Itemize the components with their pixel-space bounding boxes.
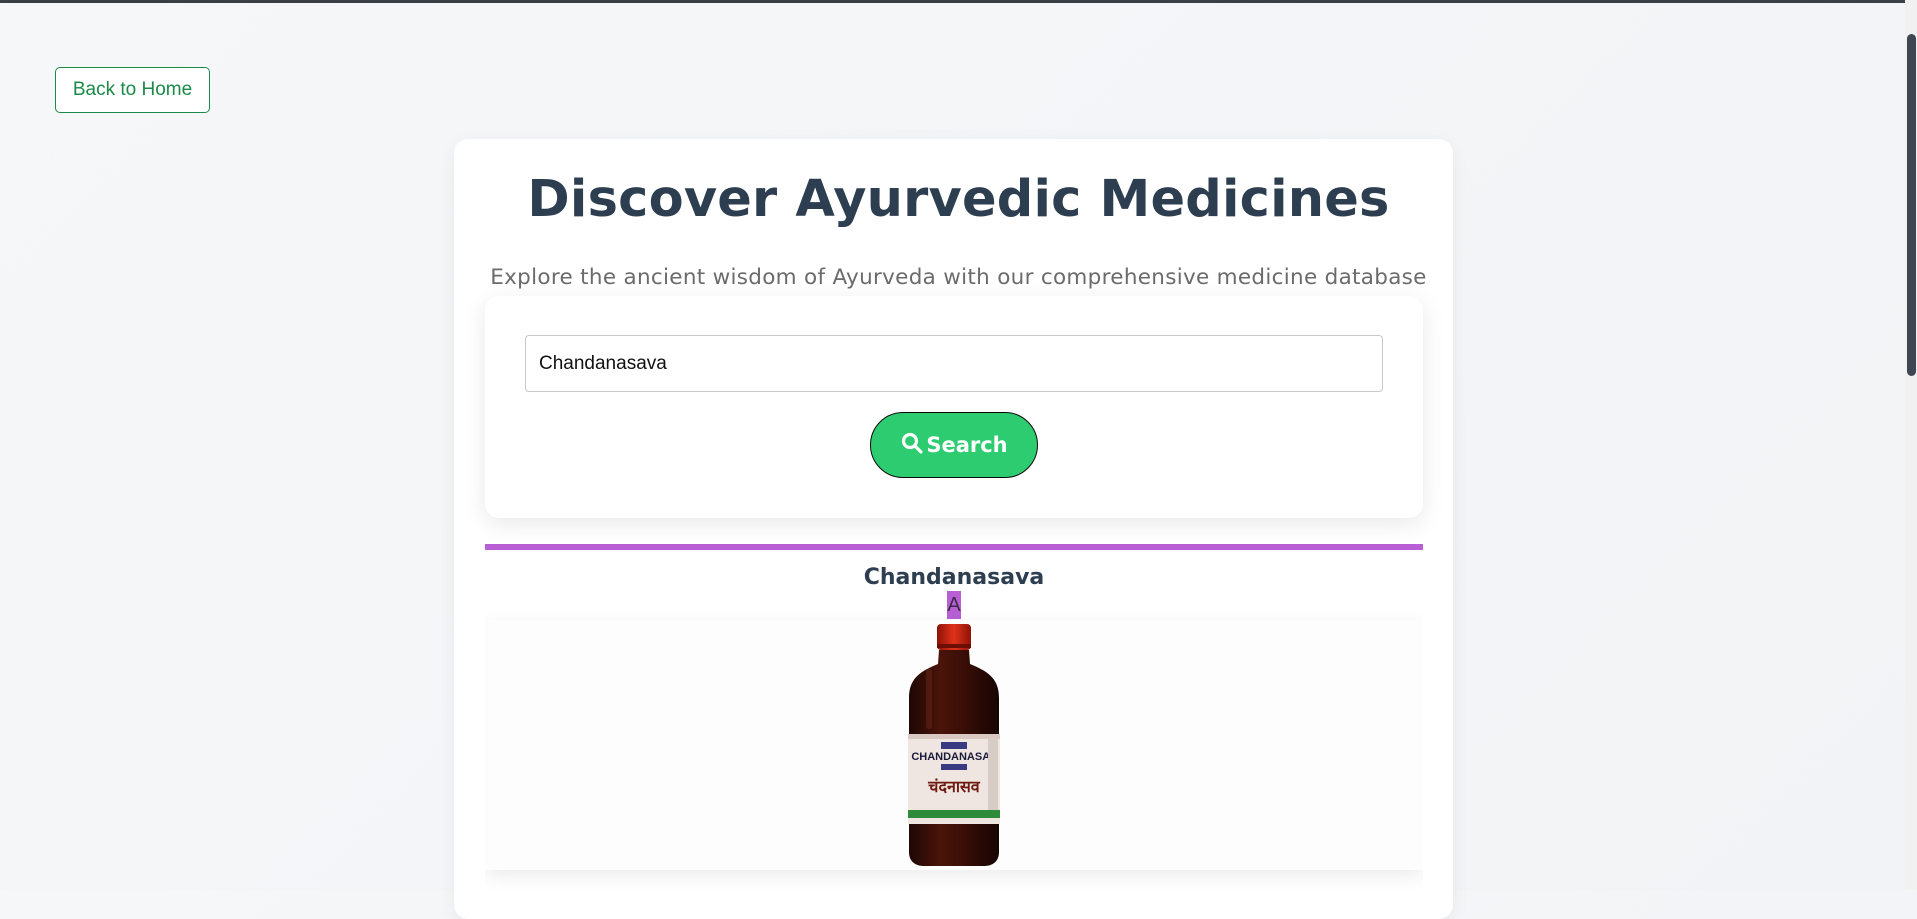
page-title: Discover Ayurvedic Medicines [527,170,1390,229]
scrollbar-thumb[interactable] [1907,34,1916,376]
result-card[interactable]: Chandanasava A CHANDANASAV चंदनासव [485,544,1423,890]
result-accent-bar [485,544,1423,550]
medicine-image-area: CHANDANASAV चंदनासव [485,620,1423,870]
search-panel [485,296,1423,518]
page-scrollbar[interactable] [1905,0,1917,890]
bottle-label-devanagari: चंदनासव [927,777,980,796]
back-to-home-button[interactable]: Back to Home [55,67,210,113]
search-button[interactable]: Search [870,412,1038,478]
medicine-bottle-image: CHANDANASAV चंदनासव [908,624,1000,866]
search-icon [900,431,924,460]
result-badge: A [947,591,961,619]
result-medicine-name: Chandanasava [863,565,1045,590]
search-button-label: Search [926,433,1008,457]
window-top-edge [0,0,1917,3]
bottle-label-latin: CHANDANASAV [911,751,997,763]
page-subtitle: Explore the ancient wisdom of Ayurveda w… [490,265,1427,290]
search-input[interactable] [525,335,1383,392]
